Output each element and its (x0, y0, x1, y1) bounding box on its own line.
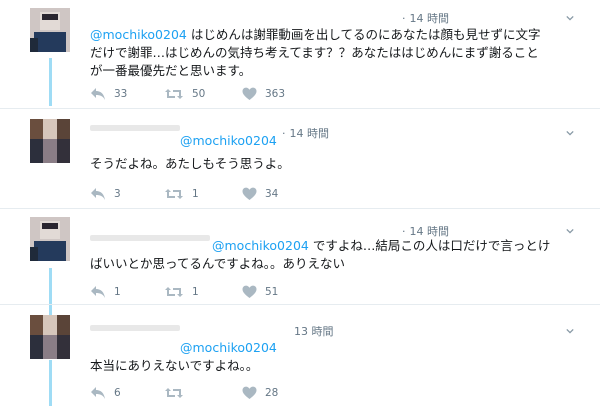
reply-icon (91, 88, 105, 100)
tweet-text: @mochiko0204 ですよね…結局この人は口だけで言っとけ ばいいとか思っ… (90, 238, 551, 271)
tweet-actions: 6 28 (90, 383, 390, 403)
like-button[interactable]: 363 (242, 84, 285, 104)
tweet[interactable]: · 14 時間 @mochiko0204 ですよね…結局この人は口だけで言っとけ … (0, 209, 600, 304)
tweet-timestamp[interactable]: · 14 時間 (282, 125, 329, 141)
reply-icon (91, 387, 105, 399)
tweet-handle[interactable]: @mochiko0204 (180, 133, 277, 148)
reply-button[interactable]: 1 (90, 282, 121, 302)
tweet-actions: 33 50 363 (90, 84, 390, 104)
chevron-down-icon[interactable] (566, 129, 574, 137)
retweet-count: 1 (192, 286, 199, 298)
like-button[interactable]: 34 (242, 184, 278, 204)
retweet-button[interactable]: 1 (164, 184, 199, 204)
display-name-blurred (90, 125, 180, 131)
like-button[interactable]: 28 (242, 383, 278, 403)
avatar[interactable] (30, 315, 70, 359)
mention-link[interactable]: @mochiko0204 (212, 238, 309, 253)
chevron-down-icon[interactable] (566, 14, 574, 22)
heart-icon (242, 87, 257, 100)
retweet-button[interactable]: 50 (164, 84, 205, 104)
retweet-count: 50 (192, 88, 206, 100)
retweet-icon (165, 287, 183, 297)
like-count: 28 (265, 387, 279, 399)
tweet-timestamp[interactable]: 13 時間 (294, 323, 334, 339)
reply-count: 1 (114, 286, 121, 298)
display-name-blurred (90, 325, 180, 331)
tweet[interactable]: · 14 時間 @mochiko0204 はじめんは謝罪動画を出してるのにあなたは… (0, 0, 600, 108)
heart-icon (242, 386, 257, 399)
avatar[interactable] (30, 8, 70, 52)
tweet-timestamp[interactable]: · 14 時間 (402, 10, 449, 26)
tweet-handle[interactable]: @mochiko0204 (180, 340, 277, 355)
tweet-text: そうだよね。あたしもそう思うよ。 (90, 156, 290, 171)
heart-icon (242, 187, 257, 200)
reply-button[interactable]: 3 (90, 184, 121, 204)
like-count: 363 (265, 88, 286, 100)
chevron-down-icon[interactable] (566, 327, 574, 335)
reply-icon (91, 188, 105, 200)
tweet-text: @mochiko0204 はじめんは謝罪動画を出してるのにあなたは顔も見せずに文… (90, 27, 541, 78)
reply-button[interactable]: 6 (90, 383, 121, 403)
retweet-icon (165, 89, 183, 99)
like-count: 51 (265, 286, 279, 298)
reply-count: 3 (114, 188, 121, 200)
like-button[interactable]: 51 (242, 282, 278, 302)
retweet-count: 1 (192, 188, 199, 200)
reply-icon (91, 286, 105, 298)
reply-count: 6 (114, 387, 121, 399)
retweet-button[interactable]: 1 (164, 282, 199, 302)
reply-button[interactable]: 33 (90, 84, 127, 104)
mention-link[interactable]: @mochiko0204 (90, 27, 187, 42)
reply-count: 33 (114, 88, 128, 100)
tweet-actions: 1 1 51 (90, 282, 390, 302)
tweet[interactable]: @mochiko0204 13 時間 本当にありえないですよね。。 6 28 (0, 305, 600, 406)
tweet-actions: 3 1 34 (90, 184, 390, 204)
retweet-button[interactable] (164, 383, 192, 403)
retweet-icon (165, 388, 183, 398)
avatar[interactable] (30, 119, 70, 163)
tweet-text: 本当にありえないですよね。。 (90, 358, 259, 373)
tweet[interactable]: @mochiko0204 · 14 時間 そうだよね。あたしもそう思うよ。 3 1… (0, 109, 600, 208)
retweet-icon (165, 189, 183, 199)
avatar[interactable] (30, 217, 70, 261)
chevron-down-icon[interactable] (566, 227, 574, 235)
like-count: 34 (265, 188, 279, 200)
heart-icon (242, 285, 257, 298)
